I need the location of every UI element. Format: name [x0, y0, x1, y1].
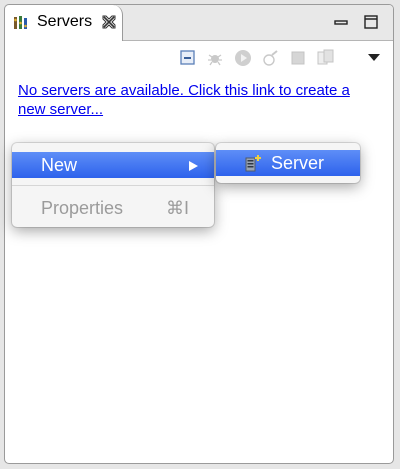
submenu-item-label: Server: [271, 153, 325, 173]
menu-item-properties[interactable]: Properties ⌘I: [12, 195, 214, 221]
stop-icon[interactable]: [288, 48, 308, 68]
servers-view: Servers No servers are available. Click …: [4, 4, 394, 464]
view-menu-icon[interactable]: [367, 52, 381, 62]
submenu-arrow-icon: [189, 161, 198, 171]
context-menu: New Properties ⌘I: [12, 143, 214, 227]
tab-servers[interactable]: Servers: [5, 5, 123, 41]
menu-item-shortcut: ⌘I: [166, 198, 190, 218]
profile-icon[interactable]: [260, 48, 280, 68]
close-icon[interactable]: [100, 13, 118, 31]
submenu-item-server[interactable]: Server: [216, 150, 360, 176]
menu-separator: [12, 185, 214, 186]
menu-item-label: New: [41, 155, 78, 175]
start-icon[interactable]: [233, 48, 253, 68]
create-server-link[interactable]: No servers are available. Click this lin…: [18, 81, 378, 119]
servers-icon: [14, 16, 27, 29]
tab-label: Servers: [37, 13, 93, 30]
maximize-icon[interactable]: [362, 13, 380, 31]
collapse-all-icon[interactable]: [178, 48, 198, 68]
view-tab-bar: Servers: [5, 5, 393, 41]
minimize-icon[interactable]: [332, 13, 350, 31]
menu-item-label: Properties: [41, 198, 124, 218]
new-server-icon: [245, 155, 261, 172]
debug-icon[interactable]: [205, 48, 225, 68]
new-submenu: Server: [216, 143, 360, 183]
menu-item-new[interactable]: New: [12, 152, 214, 178]
publish-icon[interactable]: [315, 48, 335, 68]
